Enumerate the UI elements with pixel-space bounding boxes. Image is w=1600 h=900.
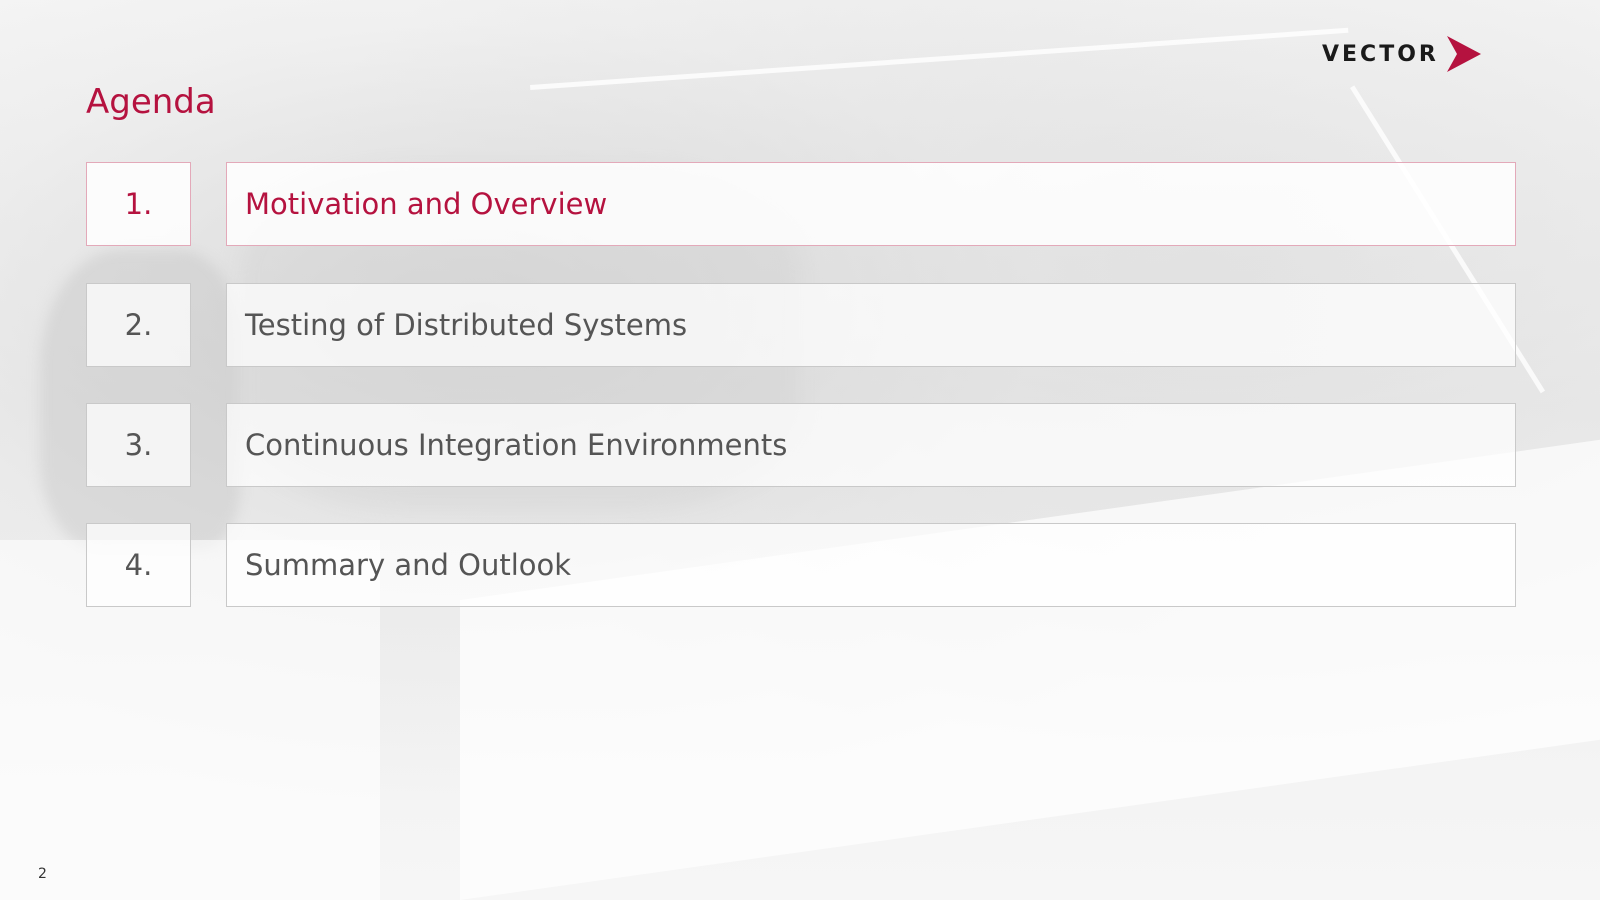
agenda-label-box: Motivation and Overview: [226, 162, 1516, 246]
agenda-item-1[interactable]: 1. Motivation and Overview: [86, 162, 1516, 246]
agenda-number: 1.: [124, 187, 153, 221]
agenda-number-box: 1.: [86, 162, 191, 246]
agenda-number-box: 4.: [86, 523, 191, 607]
agenda-item-4[interactable]: 4. Summary and Outlook: [86, 523, 1516, 607]
agenda-label-box: Testing of Distributed Systems: [226, 283, 1516, 367]
page-number: 2: [38, 866, 47, 882]
agenda-number: 4.: [124, 548, 153, 582]
chevron-right-icon: [1443, 34, 1483, 74]
agenda-label: Testing of Distributed Systems: [245, 308, 688, 342]
vector-logo: VECTOR: [1322, 34, 1483, 74]
agenda-item-3[interactable]: 3. Continuous Integration Environments: [86, 403, 1516, 487]
agenda-number-box: 3.: [86, 403, 191, 487]
agenda-label: Summary and Outlook: [245, 548, 572, 582]
agenda-number-box: 2.: [86, 283, 191, 367]
agenda-number: 3.: [124, 428, 153, 462]
agenda-label-box: Summary and Outlook: [226, 523, 1516, 607]
page-title: Agenda: [86, 82, 216, 122]
agenda-number: 2.: [124, 308, 153, 342]
logo-text: VECTOR: [1322, 41, 1439, 67]
agenda-label-box: Continuous Integration Environments: [226, 403, 1516, 487]
agenda-label: Continuous Integration Environments: [245, 428, 788, 462]
agenda-label: Motivation and Overview: [245, 187, 608, 221]
agenda-item-2[interactable]: 2. Testing of Distributed Systems: [86, 283, 1516, 367]
